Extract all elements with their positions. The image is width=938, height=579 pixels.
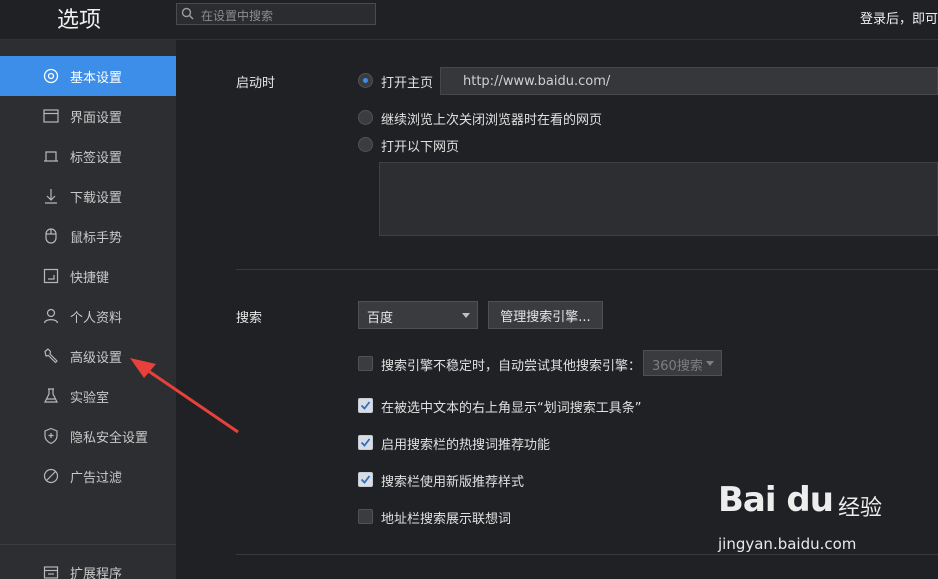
sidebar-item-mouse-gesture[interactable]: 鼠标手势 [0, 216, 176, 256]
sidebar-item-extensions[interactable]: 扩展程序 [0, 552, 176, 579]
person-icon [42, 307, 60, 325]
sidebar-item-label: 高级设置 [70, 350, 123, 366]
tab-icon [42, 147, 60, 165]
wrench-icon [42, 347, 60, 365]
sidebar-item-label: 标签设置 [70, 150, 123, 166]
search-section-label: 搜索 [236, 311, 263, 326]
settings-search-input[interactable]: 在设置中搜索 [176, 3, 376, 25]
checkmark-icon [360, 438, 371, 447]
window-icon [42, 107, 60, 125]
selection-toolbar-label: 在被选中文本的右上角显示“划词搜索工具条” [381, 401, 642, 416]
mouse-icon [42, 227, 60, 245]
sidebar-item-label: 基本设置 [70, 70, 123, 86]
search-engine-select[interactable]: 百度 [358, 301, 478, 329]
baidu-jingyan-watermark: Bai du 经验 jingyan.baidu.com [718, 476, 918, 562]
sidebar-item-label: 广告过滤 [70, 470, 123, 486]
block-icon [42, 467, 60, 485]
shortcut-icon [42, 267, 60, 285]
hot-search-checkbox[interactable] [358, 435, 373, 450]
startup-continue-radio[interactable] [358, 110, 373, 125]
watermark-url: jingyan.baidu.com [718, 535, 857, 553]
sidebar-item-label: 下载设置 [70, 190, 123, 206]
sidebar-item-label: 实验室 [70, 390, 110, 406]
sidebar-item-label: 鼠标手势 [70, 230, 123, 246]
settings-sidebar: 基本设置 界面设置 标签设置 下载设置 鼠标手势 快捷键 个人资料 高级设置 实… [0, 40, 176, 579]
shield-icon [42, 427, 60, 445]
watermark-brand: Bai du [718, 480, 834, 520]
sidebar-item-download[interactable]: 下载设置 [0, 176, 176, 216]
gear-icon [42, 67, 60, 85]
search-icon [181, 7, 194, 20]
flask-icon [42, 387, 60, 405]
address-bar-suggest-checkbox[interactable] [358, 509, 373, 524]
startup-section-label: 启动时 [236, 76, 276, 91]
manage-search-engines-button[interactable]: 管理搜索引擎... [488, 301, 603, 329]
sidebar-item-label: 界面设置 [70, 110, 123, 126]
sidebar-item-tabs[interactable]: 标签设置 [0, 136, 176, 176]
fallback-engine-value: 360搜索 [652, 359, 703, 374]
section-divider [236, 269, 938, 270]
download-icon [42, 187, 60, 205]
search-engine-value: 百度 [367, 311, 394, 326]
chevron-down-icon [706, 361, 714, 366]
checkmark-icon [360, 401, 371, 410]
search-placeholder: 在设置中搜索 [201, 9, 274, 23]
chevron-down-icon [462, 313, 470, 318]
checkmark-icon [360, 475, 371, 484]
login-hint[interactable]: 登录后，即可 [860, 8, 938, 27]
new-suggest-style-label: 搜索栏使用新版推荐样式 [381, 475, 525, 490]
watermark-product: 经验 [838, 496, 883, 521]
fallback-engine-checkbox[interactable] [358, 356, 373, 371]
selection-toolbar-checkbox[interactable] [358, 398, 373, 413]
startup-open-pages-label: 打开以下网页 [381, 140, 460, 155]
sidebar-item-label: 个人资料 [70, 310, 123, 326]
startup-homepage-label: 打开主页 [381, 76, 434, 91]
sidebar-divider [0, 544, 176, 545]
sidebar-item-shortcuts[interactable]: 快捷键 [0, 256, 176, 296]
page-title: 选项 [57, 8, 102, 33]
extension-icon [42, 563, 60, 579]
sidebar-item-adblock[interactable]: 广告过滤 [0, 456, 176, 496]
startup-pages-list[interactable] [379, 162, 938, 236]
top-bar: 选项 在设置中搜索 登录后，即可 [0, 0, 938, 40]
new-suggest-style-checkbox[interactable] [358, 472, 373, 487]
annotation-arrow-icon [130, 358, 239, 434]
sidebar-item-interface[interactable]: 界面设置 [0, 96, 176, 136]
sidebar-item-label: 扩展程序 [70, 566, 123, 579]
fallback-engine-select[interactable]: 360搜索 [643, 350, 722, 376]
sidebar-item-profile[interactable]: 个人资料 [0, 296, 176, 336]
fallback-engine-label: 搜索引擎不稳定时，自动尝试其他搜索引擎： [381, 359, 642, 374]
startup-homepage-radio[interactable] [358, 73, 373, 88]
startup-open-pages-radio[interactable] [358, 137, 373, 152]
address-bar-suggest-label: 地址栏搜索展示联想词 [381, 512, 512, 527]
homepage-url-value: http://www.baidu.com/ [463, 74, 611, 89]
homepage-url-input[interactable]: http://www.baidu.com/ [440, 67, 938, 95]
sidebar-item-basic[interactable]: 基本设置 [0, 56, 176, 96]
sidebar-item-label: 快捷键 [70, 270, 110, 286]
hot-search-label: 启用搜索栏的热搜词推荐功能 [381, 438, 551, 453]
startup-continue-label: 继续浏览上次关闭浏览器时在看的网页 [381, 113, 603, 128]
